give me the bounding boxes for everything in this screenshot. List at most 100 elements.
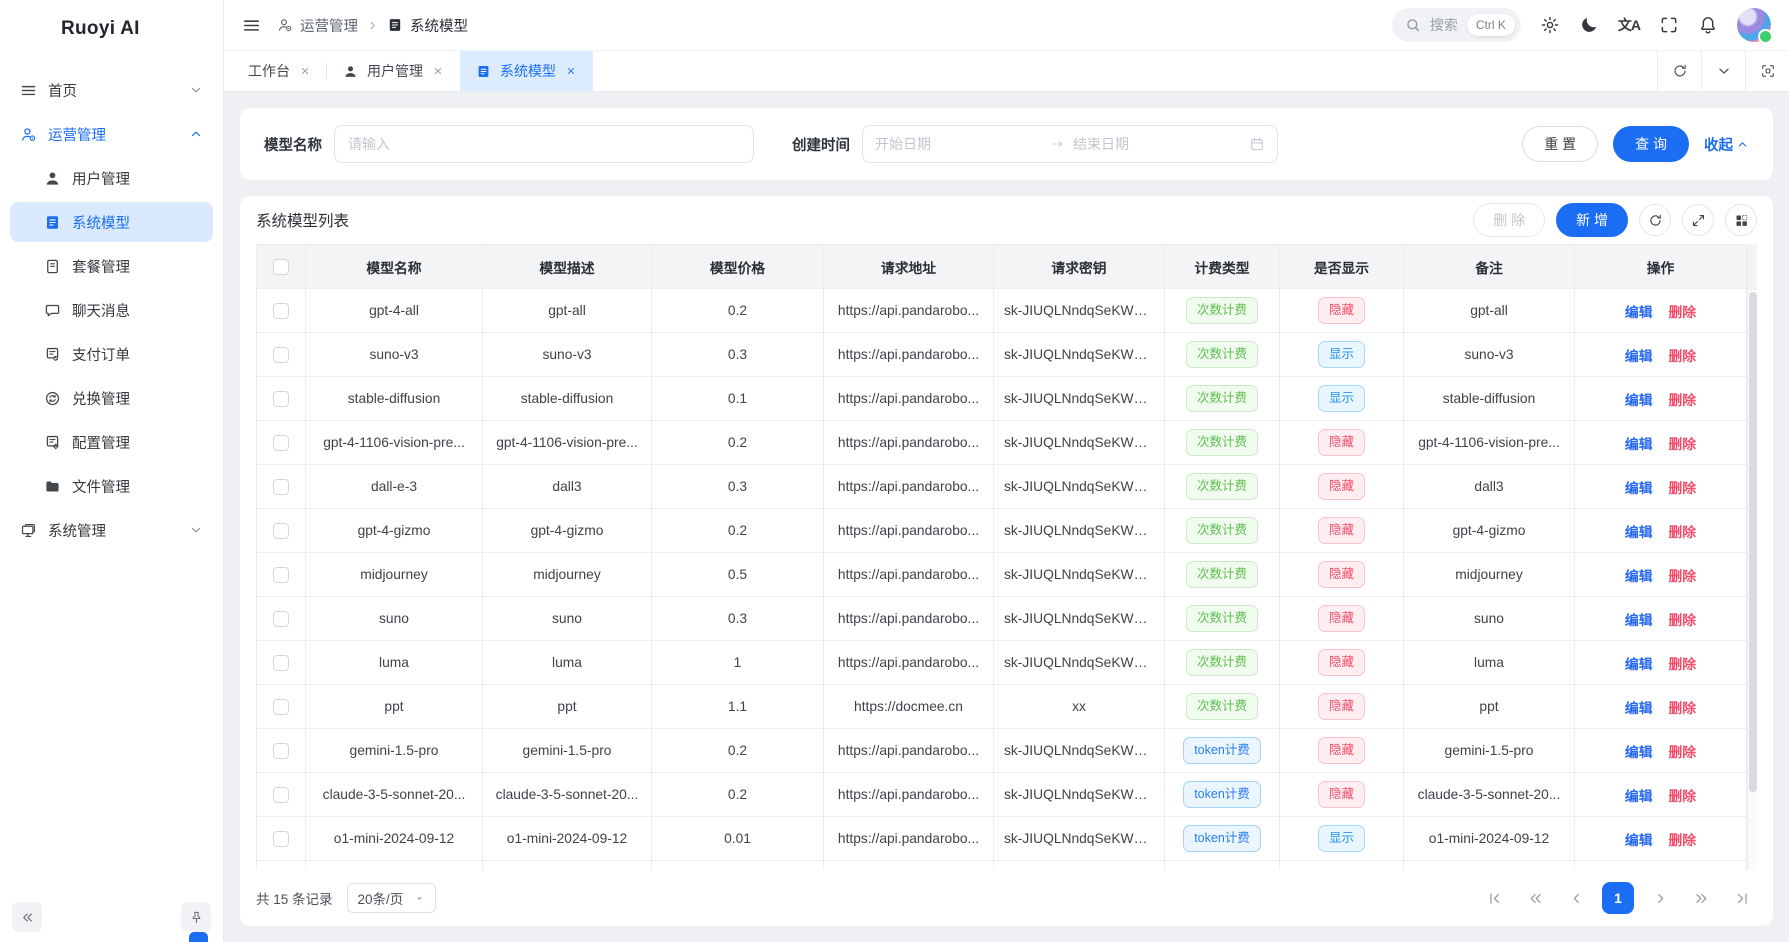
add-button[interactable]: 新 增	[1556, 203, 1628, 237]
sidebar-item-package-management[interactable]: 套餐管理	[10, 246, 213, 286]
tab-close-icon[interactable]	[565, 65, 577, 77]
user-avatar[interactable]	[1737, 8, 1771, 42]
sidebar-item-system-management[interactable]: 系统管理	[10, 510, 213, 550]
prev-page-button[interactable]	[1561, 883, 1591, 913]
page-size-select[interactable]: 20条/页	[347, 883, 437, 913]
cell-model-name: gpt-4-1106-vision-pre...	[306, 421, 483, 465]
row-checkbox[interactable]	[273, 523, 289, 539]
delete-button[interactable]: 删 除	[1473, 203, 1545, 237]
dark-mode-moon-icon[interactable]	[1579, 15, 1599, 35]
sidebar-collapse-button[interactable]	[12, 902, 42, 932]
first-page-button[interactable]	[1479, 883, 1509, 913]
sidebar-toggle-icon[interactable]	[242, 16, 261, 35]
sidebar-item-file-management[interactable]: 文件管理	[10, 466, 213, 506]
table-fullscreen-button[interactable]	[1682, 204, 1714, 236]
edit-link[interactable]: 编辑	[1625, 569, 1653, 584]
delete-link[interactable]: 删除	[1669, 789, 1697, 804]
scrollbar-thumb[interactable]	[1749, 292, 1757, 792]
delete-link[interactable]: 删除	[1669, 393, 1697, 408]
cell-model-price: 0.2	[652, 289, 824, 333]
settings-gear-icon[interactable]	[1540, 15, 1560, 35]
breadcrumb-item[interactable]: 系统模型	[387, 15, 468, 36]
row-checkbox[interactable]	[273, 479, 289, 495]
select-all-checkbox[interactable]	[273, 259, 289, 275]
tab-system-model[interactable]: 系统模型	[460, 51, 593, 91]
edit-link[interactable]: 编辑	[1625, 525, 1653, 540]
row-checkbox[interactable]	[273, 347, 289, 363]
delete-link[interactable]: 删除	[1669, 833, 1697, 848]
edit-link[interactable]: 编辑	[1625, 657, 1653, 672]
last-page-icon	[1734, 890, 1751, 907]
sidebar-item-chat-messages[interactable]: 聊天消息	[10, 290, 213, 330]
content-fullscreen-button[interactable]	[1745, 51, 1789, 91]
edit-link[interactable]: 编辑	[1625, 349, 1653, 364]
row-checkbox[interactable]	[273, 743, 289, 759]
sidebar-item-config-management[interactable]: 配置管理	[10, 422, 213, 462]
sidebar-item-redeem-management[interactable]: 兑换管理	[10, 378, 213, 418]
delete-link[interactable]: 删除	[1669, 305, 1697, 320]
edit-link[interactable]: 编辑	[1625, 613, 1653, 628]
edit-link[interactable]: 编辑	[1625, 745, 1653, 760]
column-settings-button[interactable]	[1725, 204, 1757, 236]
sidebar-item-home[interactable]: 首页	[10, 70, 213, 110]
edit-link[interactable]: 编辑	[1625, 833, 1653, 848]
tab-user-management[interactable]: 用户管理	[327, 51, 460, 91]
current-page-button[interactable]: 1	[1602, 882, 1634, 914]
row-checkbox[interactable]	[273, 391, 289, 407]
topbar: 运营管理 系统模型 搜索 Ctrl K 文A	[224, 0, 1789, 50]
delete-link[interactable]: 删除	[1669, 701, 1697, 716]
delete-link[interactable]: 删除	[1669, 437, 1697, 452]
row-checkbox[interactable]	[273, 655, 289, 671]
last-page-button[interactable]	[1727, 883, 1757, 913]
edit-link[interactable]: 编辑	[1625, 789, 1653, 804]
breadcrumb-item[interactable]: 运营管理	[277, 15, 358, 36]
sidebar-item-payment-orders[interactable]: 支付订单	[10, 334, 213, 374]
delete-link[interactable]: 删除	[1669, 525, 1697, 540]
refresh-table-button[interactable]	[1639, 204, 1671, 236]
query-button[interactable]: 查 询	[1613, 126, 1689, 162]
edit-link[interactable]: 编辑	[1625, 481, 1653, 496]
global-search[interactable]: 搜索 Ctrl K	[1392, 8, 1521, 42]
fast-next-button[interactable]	[1686, 883, 1716, 913]
row-checkbox[interactable]	[273, 787, 289, 803]
tab-workbench[interactable]: 工作台	[232, 51, 327, 91]
edit-link[interactable]: 编辑	[1625, 305, 1653, 320]
delete-link[interactable]: 删除	[1669, 569, 1697, 584]
clipped-blue-button[interactable]	[189, 932, 208, 942]
delete-link[interactable]: 删除	[1669, 349, 1697, 364]
row-checkbox[interactable]	[273, 567, 289, 583]
next-page-button[interactable]	[1645, 883, 1675, 913]
edit-link[interactable]: 编辑	[1625, 437, 1653, 452]
sidebar-pin-button[interactable]	[181, 902, 211, 932]
end-date-input[interactable]	[1073, 136, 1241, 152]
row-checkbox[interactable]	[273, 435, 289, 451]
tab-menu-button[interactable]	[1701, 51, 1745, 91]
fast-prev-button[interactable]	[1520, 883, 1550, 913]
row-checkbox[interactable]	[273, 303, 289, 319]
model-name-input[interactable]	[334, 125, 754, 163]
fullscreen-icon[interactable]	[1659, 15, 1679, 35]
row-checkbox[interactable]	[273, 699, 289, 715]
sidebar-item-operation-management[interactable]: 运营管理	[10, 114, 213, 154]
collapse-filter-link[interactable]: 收起	[1704, 134, 1749, 155]
tab-close-icon[interactable]	[299, 65, 311, 77]
notifications-bell-icon[interactable]	[1698, 15, 1718, 35]
language-translate-icon[interactable]: 文A	[1618, 15, 1640, 35]
row-checkbox[interactable]	[273, 831, 289, 847]
refresh-page-button[interactable]	[1657, 51, 1701, 91]
sidebar-item-system-model[interactable]: 系统模型	[10, 202, 213, 242]
edit-link[interactable]: 编辑	[1625, 701, 1653, 716]
tab-close-icon[interactable]	[432, 65, 444, 77]
delete-link[interactable]: 删除	[1669, 481, 1697, 496]
edit-link[interactable]: 编辑	[1625, 393, 1653, 408]
delete-link[interactable]: 删除	[1669, 657, 1697, 672]
reset-button[interactable]: 重 置	[1522, 126, 1598, 162]
delete-link[interactable]: 删除	[1669, 613, 1697, 628]
logo[interactable]: Ruoyi AI	[0, 0, 223, 58]
delete-link[interactable]: 删除	[1669, 745, 1697, 760]
start-date-input[interactable]	[875, 136, 1043, 152]
table-scrollbar[interactable]	[1747, 244, 1757, 870]
date-range-picker[interactable]	[862, 125, 1278, 163]
row-checkbox[interactable]	[273, 611, 289, 627]
sidebar-item-user-management[interactable]: 用户管理	[10, 158, 213, 198]
